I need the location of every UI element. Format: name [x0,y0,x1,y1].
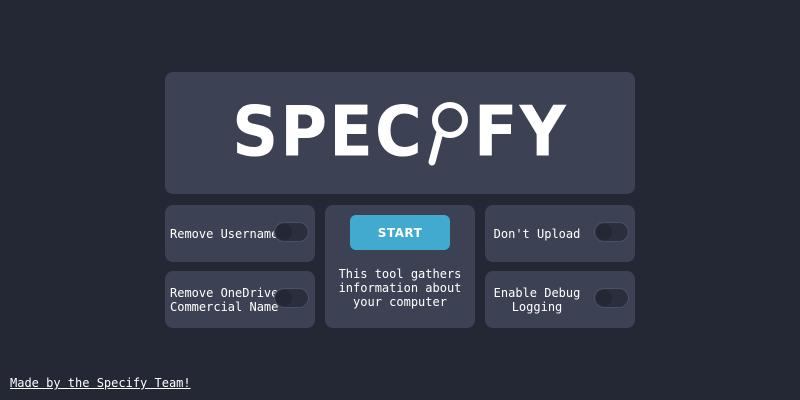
option-label-wrap: Remove OneDrive Commercial Name [170,271,278,328]
option-remove-username: Remove Username [165,205,315,262]
logo-panel: SPEC FY [165,72,635,194]
option-debug-logging: Enable Debug Logging [485,271,635,328]
tool-description: This tool gathers information about your… [338,267,462,309]
remove-onedrive-toggle[interactable] [274,288,309,308]
debug-logging-label: Enable Debug Logging [493,285,581,314]
logo-text-right: FY [473,93,568,173]
debug-logging-toggle[interactable] [594,288,629,308]
toggle-knob [596,290,612,306]
specify-logo: SPEC FY [232,93,568,173]
dont-upload-label: Don't Upload [493,226,581,241]
option-label-wrap: Don't Upload [485,205,589,262]
option-dont-upload: Don't Upload [485,205,635,262]
start-button[interactable]: START [350,215,450,250]
remove-username-toggle[interactable] [274,222,309,242]
toggle-knob [276,224,292,240]
remove-username-label: Remove Username [170,226,279,241]
remove-onedrive-label: Remove OneDrive Commercial Name [170,285,279,314]
footer-credits-link[interactable]: Made by the Specify Team! [10,376,191,390]
toggle-knob [596,224,612,240]
option-label-wrap: Remove Username [170,205,278,262]
app-root: SPEC FY Remove Username Remove OneDrive … [0,0,800,400]
dont-upload-toggle[interactable] [594,222,629,242]
magnifying-glass-icon [428,102,468,166]
logo-text-left: SPEC [232,93,424,173]
start-panel: START This tool gathers information abou… [325,205,475,328]
option-remove-onedrive: Remove OneDrive Commercial Name [165,271,315,328]
toggle-knob [276,290,292,306]
option-label-wrap: Enable Debug Logging [485,271,589,328]
